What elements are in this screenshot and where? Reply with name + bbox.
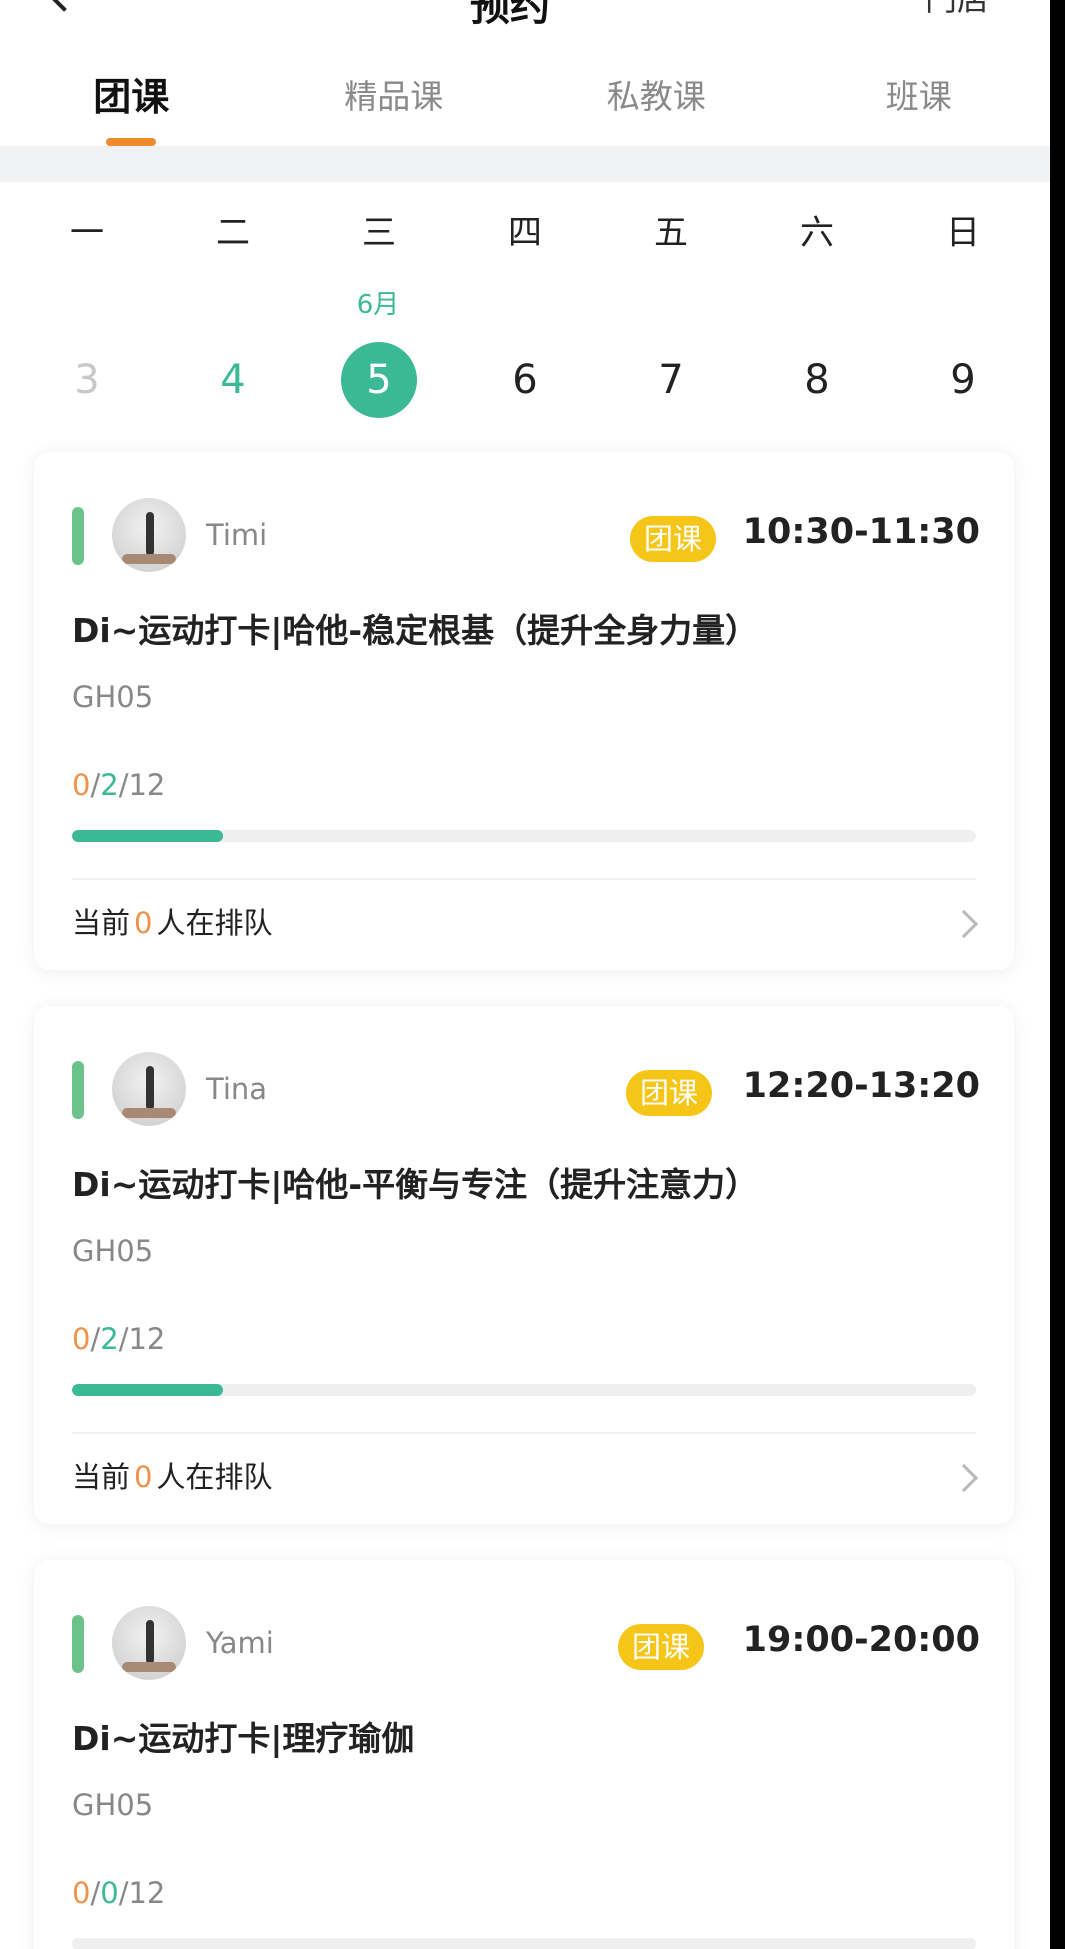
card-divider: [72, 878, 976, 880]
class-time: 12:20-13:20: [742, 1066, 980, 1106]
class-time: 19:00-20:00: [742, 1620, 980, 1660]
teacher-avatar: [112, 498, 186, 572]
booking-counts: 0/2/12: [72, 768, 166, 802]
back-arrow-icon[interactable]: [44, 0, 84, 12]
class-room: GH05: [72, 1234, 154, 1268]
count-a: 0: [72, 1876, 91, 1910]
date-number: 4: [220, 357, 246, 403]
date-number: 5: [341, 342, 417, 418]
class-title: Di~运动打卡|哈他-稳定根基（提升全身力量）: [72, 611, 759, 650]
count-b: 2: [100, 768, 119, 802]
top-bar: 预约 门店: [0, 0, 1050, 40]
date-item[interactable]: 3: [14, 342, 160, 418]
date-item-selected[interactable]: 5: [306, 342, 452, 418]
teacher-avatar: [112, 1606, 186, 1680]
weekday-label: 六: [800, 213, 834, 253]
tab-private-class[interactable]: 私教课: [525, 50, 788, 148]
date-item[interactable]: 9: [890, 342, 1036, 418]
chevron-right-icon[interactable]: [949, 1463, 979, 1493]
date-strip: 3 4 5 6 7 8 9: [0, 342, 1050, 418]
weekday-header: 一 二 三 四 五 六 日: [0, 205, 1050, 254]
class-title: Di~运动打卡|理疗瑜伽: [72, 1719, 415, 1758]
tab-cohort-class[interactable]: 班课: [788, 50, 1051, 148]
date-number: 6: [512, 357, 538, 403]
teacher-name: Yami: [206, 1626, 274, 1660]
month-label: 6月: [356, 290, 400, 320]
weekday-label: 日: [946, 213, 980, 253]
weekday-label: 一: [70, 213, 104, 253]
queue-status: 当前 0 人在排队: [72, 900, 272, 942]
class-type-badge: 团课: [626, 1070, 713, 1116]
count-a: 0: [72, 768, 91, 802]
page-title: 预约: [470, 0, 550, 30]
queue-suffix: 人在排队: [156, 906, 273, 940]
date-number: 3: [74, 357, 100, 403]
date-item-today[interactable]: 4: [160, 342, 306, 418]
count-max: 12: [128, 1322, 166, 1356]
booking-progress: [72, 830, 976, 842]
class-type-badge: 团课: [630, 516, 717, 562]
class-time: 10:30-11:30: [742, 512, 980, 552]
class-card[interactable]: Tina 团课 12:20-13:20 Di~运动打卡|哈他-平衡与专注（提升注…: [34, 1006, 1014, 1524]
booking-progress: [72, 1384, 976, 1396]
booking-progress-fill: [72, 830, 223, 842]
queue-count: 0: [134, 906, 153, 940]
course-type-tabs: 团课 精品课 私教课 班课: [0, 50, 1050, 148]
date-item[interactable]: 8: [744, 342, 890, 418]
queue-prefix: 当前: [72, 1460, 131, 1494]
count-a: 0: [72, 1322, 91, 1356]
queue-count: 0: [134, 1460, 153, 1494]
booking-progress: [72, 1938, 976, 1949]
date-number: 7: [658, 357, 684, 403]
count-max: 12: [128, 768, 166, 802]
card-divider: [72, 1432, 976, 1434]
weekday-label: 三: [362, 213, 396, 253]
weekday-label: 二: [216, 213, 250, 253]
queue-status: 当前 0 人在排队: [72, 1454, 272, 1496]
weekday-label: 五: [654, 213, 688, 253]
tab-group-class[interactable]: 团课: [0, 50, 263, 148]
teacher-name: Tina: [206, 1072, 268, 1106]
queue-prefix: 当前: [72, 906, 131, 940]
weekday-label: 四: [508, 213, 542, 253]
booking-counts: 0/0/12: [72, 1876, 166, 1910]
class-card[interactable]: Yami 团课 19:00-20:00 Di~运动打卡|理疗瑜伽 GH05 0/…: [34, 1560, 1014, 1949]
count-b: 0: [100, 1876, 119, 1910]
tab-premium-class[interactable]: 精品课: [263, 50, 526, 148]
count-max: 12: [128, 1876, 166, 1910]
class-card[interactable]: Timi 团课 10:30-11:30 Di~运动打卡|哈他-稳定根基（提升全身…: [34, 452, 1014, 970]
date-number: 8: [804, 357, 830, 403]
chevron-right-icon[interactable]: [949, 909, 979, 939]
class-room: GH05: [72, 680, 154, 714]
booking-counts: 0/2/12: [72, 1322, 166, 1356]
section-divider: [0, 146, 1050, 182]
date-number: 9: [950, 357, 976, 403]
status-bar: [72, 507, 84, 565]
class-type-badge: 团课: [618, 1624, 705, 1670]
queue-suffix: 人在排队: [156, 1460, 273, 1494]
date-item[interactable]: 7: [598, 342, 744, 418]
status-bar: [72, 1615, 84, 1673]
date-item[interactable]: 6: [452, 342, 598, 418]
status-bar: [72, 1061, 84, 1119]
store-button[interactable]: 门店: [925, 0, 989, 20]
class-room: GH05: [72, 1788, 154, 1822]
class-title: Di~运动打卡|哈他-平衡与专注（提升注意力）: [72, 1165, 759, 1204]
booking-progress-fill: [72, 1384, 223, 1396]
teacher-avatar: [112, 1052, 186, 1126]
app-screen: 预约 门店 团课 精品课 私教课 班课 一 二 三 四 五 六 日 6月 3 4…: [0, 0, 1050, 1949]
teacher-name: Timi: [206, 518, 268, 552]
count-b: 2: [100, 1322, 119, 1356]
